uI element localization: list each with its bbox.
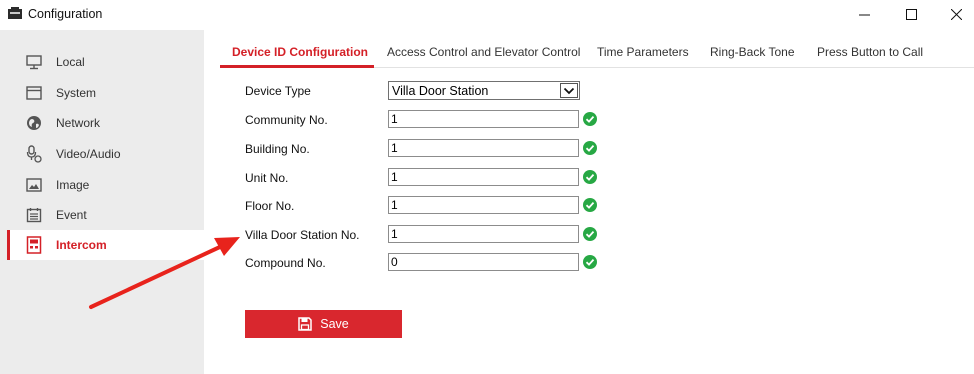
image-icon	[25, 176, 43, 194]
save-button[interactable]: Save	[245, 310, 402, 338]
sidebar-item-label: Local	[56, 55, 85, 69]
floor-no-input[interactable]	[388, 196, 579, 214]
sidebar-item-label: Image	[56, 178, 90, 192]
valid-check-icon	[583, 112, 597, 126]
sidebar-item-local[interactable]: Local	[7, 47, 204, 77]
window-icon	[25, 84, 43, 102]
tab-device-id-configuration[interactable]: Device ID Configuration	[232, 45, 368, 59]
intercom-icon	[25, 236, 43, 254]
tab-bar: Device ID Configuration Access Control a…	[220, 38, 974, 68]
valid-check-icon	[583, 141, 597, 155]
valid-check-icon	[583, 170, 597, 184]
sidebar-item-video-audio[interactable]: Video/Audio	[7, 139, 204, 169]
title-bar: Configuration	[0, 0, 974, 30]
window-title: Configuration	[28, 7, 103, 21]
tab-time-parameters[interactable]: Time Parameters	[597, 45, 689, 59]
villa-door-station-no-input[interactable]	[388, 225, 579, 243]
tab-access-control-elevator-control[interactable]: Access Control and Elevator Control	[387, 45, 580, 59]
valid-check-icon	[583, 227, 597, 241]
minimize-icon	[858, 14, 870, 15]
sidebar-item-event[interactable]: Event	[7, 200, 204, 230]
close-icon	[950, 8, 962, 20]
active-tab-indicator	[220, 65, 374, 68]
community-no-input[interactable]	[388, 110, 579, 128]
device-type-select[interactable]: Villa Door Station	[388, 81, 580, 100]
unit-no-label: Unit No.	[245, 171, 289, 185]
sidebar-item-system[interactable]: System	[7, 78, 204, 108]
community-no-label: Community No.	[245, 113, 328, 127]
close-button[interactable]	[942, 4, 970, 24]
monitor-icon	[25, 53, 43, 71]
device-type-value: Villa Door Station	[392, 84, 489, 98]
sidebar-item-intercom[interactable]: Intercom	[7, 230, 204, 260]
sidebar-item-label: Network	[56, 116, 101, 130]
compound-no-label: Compound No.	[245, 256, 326, 270]
floor-no-label: Floor No.	[245, 199, 295, 213]
app-icon	[8, 7, 22, 19]
sidebar-item-label: System	[56, 86, 97, 100]
device-type-label: Device Type	[245, 84, 311, 98]
save-button-label: Save	[320, 317, 349, 331]
building-no-input[interactable]	[388, 139, 579, 157]
sidebar: Local System Network Video/Audio Image E…	[0, 30, 204, 374]
building-no-label: Building No.	[245, 142, 310, 156]
calendar-icon	[25, 206, 43, 224]
chevron-down-icon	[563, 87, 575, 94]
maximize-icon	[905, 8, 917, 20]
sidebar-item-image[interactable]: Image	[7, 170, 204, 200]
sidebar-item-label: Intercom	[56, 238, 107, 252]
villa-door-station-no-label: Villa Door Station No.	[245, 228, 360, 242]
sidebar-item-label: Event	[56, 208, 87, 222]
unit-no-input[interactable]	[388, 168, 579, 186]
dropdown-arrow[interactable]	[560, 83, 578, 98]
maximize-button[interactable]	[897, 4, 925, 24]
valid-check-icon	[583, 198, 597, 212]
tab-press-button-to-call[interactable]: Press Button to Call	[817, 45, 923, 59]
sidebar-item-network[interactable]: Network	[7, 108, 204, 138]
floppy-disk-icon	[298, 317, 312, 331]
tab-ring-back-tone[interactable]: Ring-Back Tone	[710, 45, 795, 59]
valid-check-icon	[583, 255, 597, 269]
minimize-button[interactable]	[850, 4, 878, 24]
compound-no-input[interactable]	[388, 253, 579, 271]
sidebar-item-label: Video/Audio	[56, 147, 121, 161]
globe-icon	[25, 114, 43, 132]
camera-mic-icon	[25, 145, 43, 163]
